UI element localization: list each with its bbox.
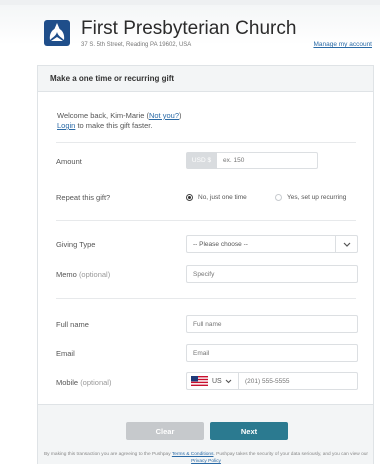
welcome-prefix: Welcome back, Kim-Marie (	[57, 111, 149, 120]
country-code: US	[212, 377, 222, 385]
giving-type-label: Giving Type	[56, 240, 96, 249]
church-logo-icon	[44, 20, 70, 46]
welcome-message: Welcome back, Kim-Marie (Not you?) Login…	[57, 111, 182, 131]
email-label: Email	[56, 349, 75, 358]
welcome-suffix: )	[179, 111, 182, 120]
divider	[56, 142, 356, 143]
terms-suffix: . Pushpay takes the security of your dat…	[213, 452, 369, 457]
amount-group: USD $	[186, 152, 318, 169]
fullname-input[interactable]	[186, 315, 358, 333]
clear-button[interactable]: Clear	[126, 422, 204, 440]
radio-unselected-icon	[275, 194, 282, 201]
repeat-option-recurring-label: Yes, set up recurring	[287, 194, 347, 201]
chevron-down-icon	[335, 236, 357, 252]
repeat-option-once-label: No, just one time	[198, 194, 247, 201]
privacy-link[interactable]: Privacy Policy	[191, 459, 221, 464]
memo-input[interactable]	[186, 265, 358, 283]
us-flag-icon	[191, 376, 208, 386]
form-title: Make a one time or recurring gift	[38, 66, 373, 92]
memo-optional: (optional)	[78, 270, 111, 279]
memo-label: Memo (optional)	[56, 270, 110, 279]
giving-type-select[interactable]: -- Please choose --	[186, 235, 358, 253]
repeat-option-recurring[interactable]: Yes, set up recurring	[275, 194, 346, 201]
mobile-label: Mobile (optional)	[56, 378, 111, 387]
mobile-field: US	[186, 372, 358, 390]
memo-label-text: Memo	[56, 270, 77, 279]
terms-notice: By making this transaction you are agree…	[38, 452, 374, 464]
church-name: First Presbyterian Church	[81, 18, 297, 39]
repeat-label: Repeat this gift?	[56, 193, 111, 202]
login-suffix: to make this gift faster.	[75, 121, 153, 130]
divider	[56, 220, 356, 221]
next-button[interactable]: Next	[210, 422, 288, 440]
giving-type-value: -- Please choose --	[193, 240, 248, 248]
email-input[interactable]	[186, 344, 358, 362]
country-code-select[interactable]: US	[187, 373, 239, 389]
manage-account-link[interactable]: Manage my account	[313, 41, 372, 48]
divider	[56, 298, 356, 299]
amount-input[interactable]	[217, 152, 318, 169]
chevron-down-icon	[225, 379, 232, 383]
not-you-link[interactable]: Not you?	[149, 111, 179, 120]
mobile-optional: (optional)	[80, 378, 112, 387]
terms-prefix: By making this transaction you are agree…	[43, 452, 172, 457]
radio-selected-icon	[186, 194, 193, 201]
repeat-option-once[interactable]: No, just one time	[186, 194, 247, 201]
currency-badge: USD $	[186, 152, 217, 169]
org-header: First Presbyterian Church 37 S. 5th Stre…	[44, 14, 380, 54]
terms-link[interactable]: Terms & Conditions	[172, 452, 214, 457]
login-link[interactable]: Login	[57, 121, 75, 130]
fullname-label: Full name	[56, 320, 89, 329]
phone-input[interactable]	[239, 374, 357, 388]
mobile-label-text: Mobile	[56, 378, 79, 387]
amount-label: Amount	[56, 157, 82, 166]
church-address: 37 S. 5th Street, Reading PA 19602, USA	[81, 42, 192, 48]
